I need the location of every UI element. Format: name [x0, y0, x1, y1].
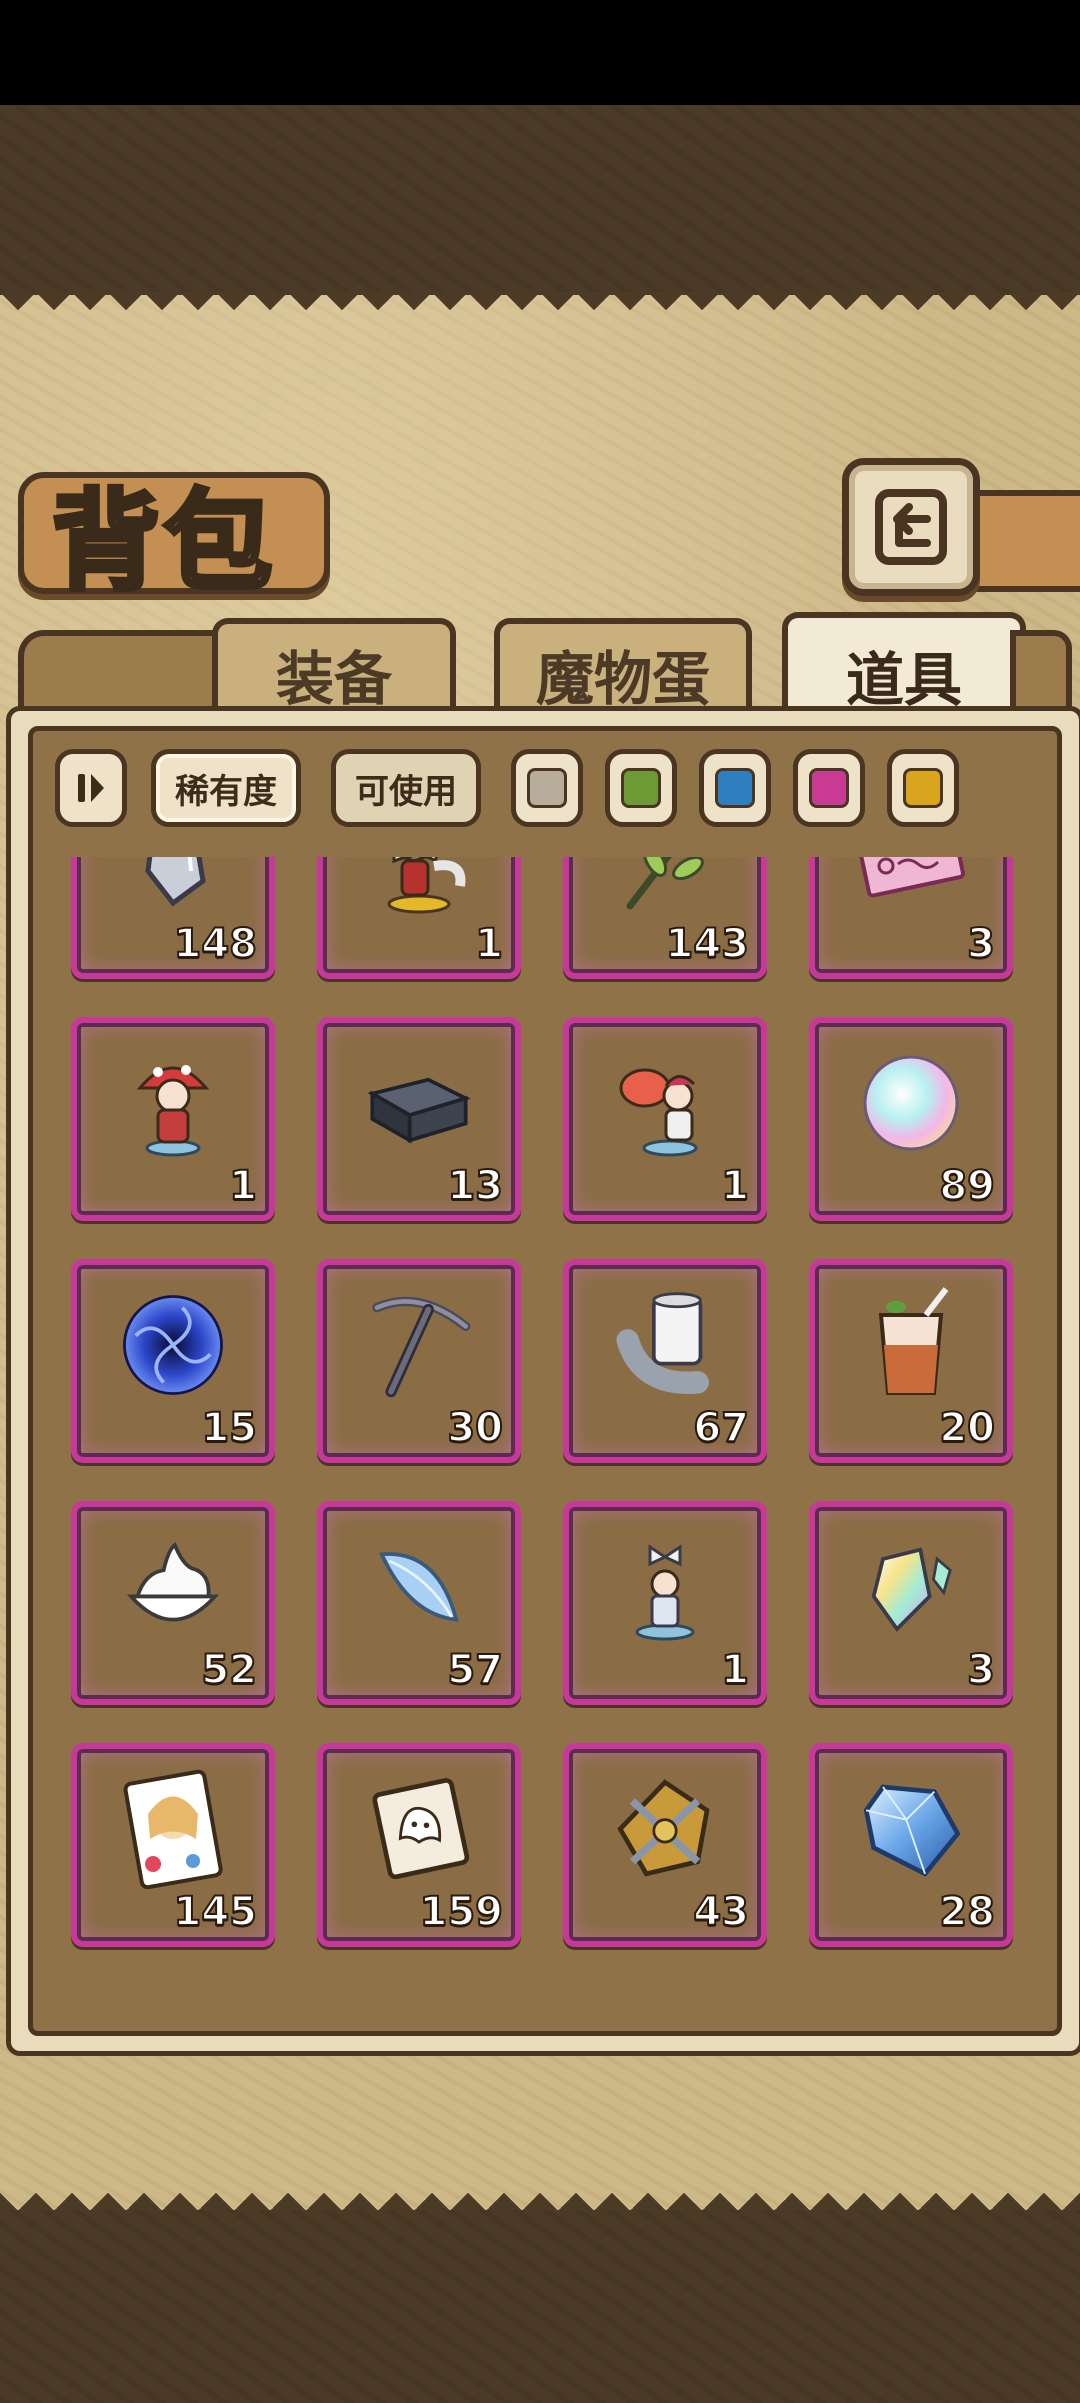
status-bar [0, 0, 1080, 105]
ghost-card-icon [363, 1773, 475, 1885]
item-count: 28 [938, 1888, 996, 1936]
item-count: 13 [446, 1162, 504, 1210]
item-slot[interactable]: 1 [71, 1017, 275, 1221]
item-count: 159 [419, 1888, 504, 1936]
item-slot[interactable]: 15 [71, 1259, 275, 1463]
purple-swatch [809, 768, 849, 808]
rarity-green-button[interactable] [605, 749, 677, 827]
grey-swatch [527, 768, 567, 808]
item-count: 67 [692, 1404, 750, 1452]
map-background-bottom [0, 2210, 1080, 2403]
prism-crystal-icon [855, 1531, 967, 1643]
item-slot[interactable]: 52 [71, 1501, 275, 1705]
inventory-panel: 稀有度 可使用 148 1 143 3 1 13 1 89 15 30 67 2… [28, 726, 1062, 2036]
tab-label: 道具 [845, 646, 962, 714]
item-count: 145 [173, 1888, 258, 1936]
item-slot[interactable]: 3 [809, 857, 1013, 979]
leaf-branch-icon [609, 857, 721, 917]
item-grid: 148 1 143 3 1 13 1 89 15 30 67 20 52 57 … [33, 857, 1057, 2031]
map-background-top [0, 105, 1080, 295]
tab-label: 魔物蛋 [535, 645, 710, 713]
whipped-cream-icon [117, 1531, 229, 1643]
item-count: 57 [446, 1646, 504, 1694]
character-card-icon [117, 1769, 229, 1889]
toilet-paper-icon [609, 1289, 721, 1401]
mushroom-girl-figure-icon [117, 1047, 229, 1159]
character-figure-icon [363, 857, 475, 917]
item-slot[interactable]: 57 [317, 1501, 521, 1705]
torn-edge-bottom [0, 2175, 1080, 2211]
item-count: 3 [966, 920, 996, 968]
item-slot[interactable]: 43 [563, 1743, 767, 1947]
rainbow-fluff-icon [855, 1047, 967, 1159]
item-slot[interactable]: 30 [317, 1259, 521, 1463]
blue-gem-icon [855, 1773, 967, 1885]
item-slot[interactable]: 28 [809, 1743, 1013, 1947]
item-count: 143 [665, 920, 750, 968]
rarity-grey-button[interactable] [511, 749, 583, 827]
rarity-gold-button[interactable] [887, 749, 959, 827]
tab-label: 装备 [275, 645, 392, 713]
blue-swatch [715, 768, 755, 808]
item-slot[interactable]: 159 [317, 1743, 521, 1947]
item-slot[interactable]: 3 [809, 1501, 1013, 1705]
crystal-shard-icon [117, 857, 229, 917]
ticket-icon [855, 857, 967, 917]
rarity-purple-button[interactable] [793, 749, 865, 827]
item-count: 89 [938, 1162, 996, 1210]
item-slot[interactable]: 1 [317, 857, 521, 979]
sort-order-icon [78, 774, 104, 802]
item-slot[interactable]: 67 [563, 1259, 767, 1463]
item-slot[interactable]: 1 [563, 1017, 767, 1221]
blue-feather-icon [363, 1531, 475, 1643]
item-count: 1 [720, 1646, 750, 1694]
item-count: 20 [938, 1404, 996, 1452]
item-slot[interactable]: 13 [317, 1017, 521, 1221]
green-swatch [621, 768, 661, 808]
flower-girl-figure-icon [609, 1047, 721, 1159]
item-count: 1 [474, 920, 504, 968]
golden-emblem-icon [609, 1773, 721, 1885]
item-slot[interactable]: 145 [71, 1743, 275, 1947]
item-count: 52 [200, 1646, 258, 1694]
item-count: 148 [173, 920, 258, 968]
iron-ingot-icon [363, 1047, 475, 1159]
item-count: 1 [228, 1162, 258, 1210]
item-count: 30 [446, 1404, 504, 1452]
torn-edge-top [0, 292, 1080, 328]
blue-vortex-icon [117, 1289, 229, 1401]
rarity-filter-label: 稀有度 [175, 771, 277, 812]
back-arrow-icon [875, 489, 947, 565]
item-count: 3 [966, 1646, 996, 1694]
bow-figure-icon [609, 1531, 721, 1643]
iced-drink-icon [855, 1287, 967, 1401]
sort-toggle-button[interactable] [55, 749, 127, 827]
pickaxe-icon [363, 1289, 475, 1401]
item-slot[interactable]: 143 [563, 857, 767, 979]
item-slot[interactable]: 148 [71, 857, 275, 979]
usable-filter-button[interactable]: 可使用 [331, 749, 481, 827]
item-count: 43 [692, 1888, 750, 1936]
item-slot[interactable]: 89 [809, 1017, 1013, 1221]
item-count: 15 [200, 1404, 258, 1452]
page-title: 背包 [49, 477, 277, 608]
rarity-filter-button[interactable]: 稀有度 [151, 749, 301, 827]
rarity-blue-button[interactable] [699, 749, 771, 827]
back-button[interactable] [842, 458, 980, 596]
item-slot[interactable]: 1 [563, 1501, 767, 1705]
usable-filter-label: 可使用 [355, 771, 457, 812]
gold-swatch [903, 768, 943, 808]
item-count: 1 [720, 1162, 750, 1210]
item-slot[interactable]: 20 [809, 1259, 1013, 1463]
